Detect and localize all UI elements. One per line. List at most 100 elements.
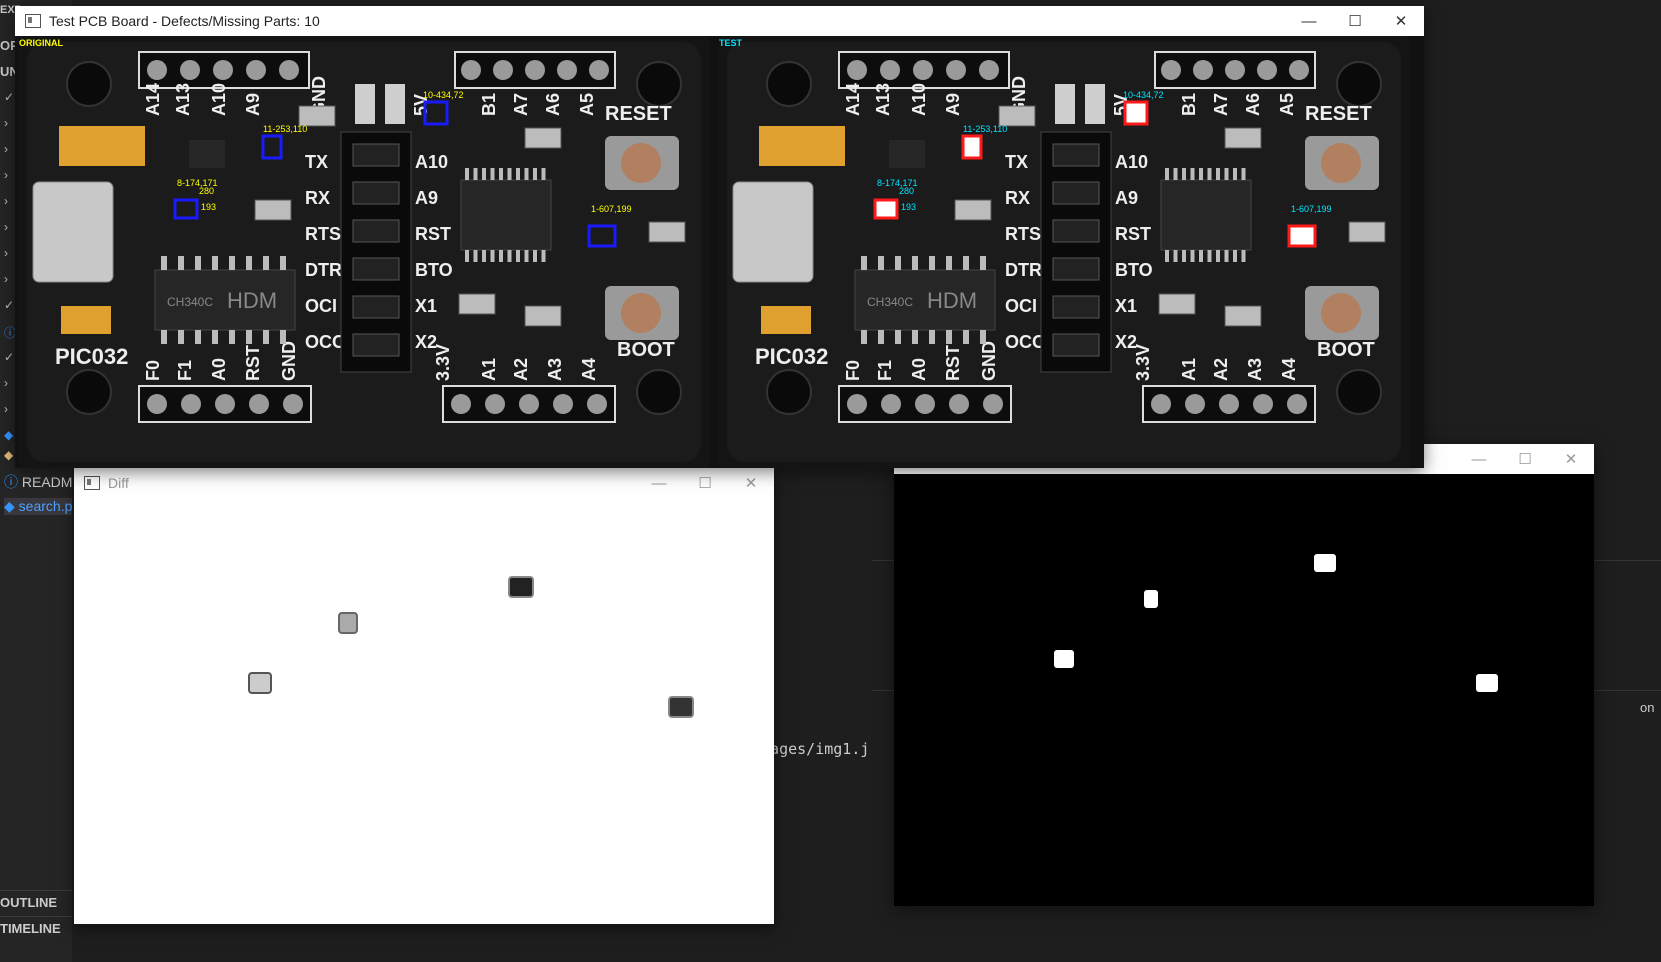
chip-pin: [178, 330, 184, 344]
silkscreen-label: F1: [175, 360, 195, 381]
defect-box: [1287, 224, 1317, 248]
chevron-right-icon[interactable]: ›: [4, 168, 8, 182]
chip-pin: [1165, 250, 1169, 262]
chip-pin: [246, 256, 252, 270]
mounting-hole: [66, 61, 112, 107]
chevron-right-icon[interactable]: ›: [4, 246, 8, 260]
chip-pin: [263, 256, 269, 270]
defect-label: 193: [901, 202, 916, 212]
header-pin: [1253, 394, 1273, 414]
mounting-hole: [636, 61, 682, 107]
chevron-icon[interactable]: ✓: [4, 298, 14, 312]
chip-pin: [861, 330, 867, 344]
defect-label: 11-253,110: [263, 124, 307, 134]
chevron-right-icon[interactable]: ›: [4, 220, 8, 234]
file-item-readme[interactable]: ⓘ READM: [4, 472, 72, 492]
header-pin: [1185, 394, 1205, 414]
mask-blob: [1144, 590, 1158, 608]
defect-box: [873, 198, 899, 220]
chevron-right-icon[interactable]: ›: [4, 142, 8, 156]
chevron-icon[interactable]: ✓: [4, 90, 14, 104]
silkscreen-label: RST: [415, 224, 451, 244]
smd-component: [998, 105, 1036, 127]
original-board-image: A14 A13 A10 A9 GND 5V B1 A7 A6 A5F0 F1 A0 RST GND 3.3V…: [19, 36, 709, 468]
minimize-button[interactable]: —: [1286, 6, 1332, 36]
silkscreen-label: X1: [415, 296, 437, 316]
silkscreen-label: X2: [415, 332, 437, 352]
silkscreen-label: A0: [909, 358, 929, 381]
chevron-right-icon[interactable]: ›: [4, 272, 8, 286]
chip-pin: [980, 330, 986, 344]
python-icon: ◆: [4, 448, 14, 462]
chip-pin: [946, 256, 952, 270]
file-item-search[interactable]: ◆ search.p: [4, 498, 72, 515]
close-button[interactable]: ✕: [728, 468, 774, 498]
silkscreen-label: DTR: [305, 260, 342, 280]
chip-pin: [161, 256, 167, 270]
window-app-icon: [84, 476, 100, 490]
header-pin: [983, 394, 1003, 414]
header-pin: [915, 394, 935, 414]
chip-pin: [490, 250, 495, 262]
usb-port: [32, 181, 114, 283]
button-cap: [621, 293, 661, 333]
silkscreen-label: A10: [415, 152, 448, 172]
chip-pin: [895, 256, 901, 270]
mask-blob: [1476, 674, 1498, 692]
silkscreen-label: RST: [243, 345, 263, 381]
pcb-comparison-window: Test PCB Board - Defects/Missing Parts: …: [15, 6, 1424, 468]
main-titlebar[interactable]: Test PCB Board - Defects/Missing Parts: …: [15, 6, 1424, 36]
chip-pin: [1207, 168, 1212, 180]
window-title: Diff: [108, 475, 129, 491]
outline-panel[interactable]: OUTLINE: [0, 890, 72, 917]
timeline-panel[interactable]: TIMELINE: [0, 916, 72, 943]
jumper-cap: [1052, 295, 1100, 319]
smd-component: [254, 199, 292, 221]
header-pin: [880, 60, 900, 80]
silkscreen-label: RX: [305, 188, 330, 208]
silkscreen-label: A9: [415, 188, 438, 208]
chip-pin: [1199, 250, 1203, 262]
chip-pin: [912, 256, 918, 270]
header-pin: [913, 60, 933, 80]
header-pin: [283, 394, 303, 414]
chip-pin: [533, 250, 537, 262]
chip-pin: [473, 250, 478, 262]
diff-titlebar[interactable]: Diff — ☐ ✕: [74, 468, 774, 498]
silkscreen-label: BOOT: [617, 339, 675, 361]
maximize-button[interactable]: ☐: [1502, 444, 1548, 474]
silkscreen-label: A5: [1277, 93, 1297, 116]
chevron-right-icon[interactable]: ›: [4, 116, 8, 130]
original-pane: ORIGINAL A14 A13 A10 A9 GND 5V B1 A7 A6 A5 F0 F1 A0 R…: [15, 36, 715, 468]
close-button[interactable]: ✕: [1378, 6, 1424, 36]
chip-marking: CH340C: [867, 295, 913, 309]
defect-label: 1-607,199: [591, 204, 632, 214]
jumper-cap: [1052, 181, 1100, 205]
chip-pin: [473, 168, 478, 180]
chip-pin: [533, 168, 537, 180]
silkscreen-label: X2: [1115, 332, 1137, 352]
mounting-hole: [636, 369, 682, 415]
header-pin: [249, 394, 269, 414]
defect-label: 11-253,110: [963, 124, 1007, 134]
maximize-button[interactable]: ☐: [1332, 6, 1378, 36]
minimize-button[interactable]: —: [636, 468, 682, 498]
diff-image: [74, 498, 774, 924]
button-cap: [1321, 293, 1361, 333]
chip-pin: [246, 330, 252, 344]
header-pin: [147, 394, 167, 414]
chip-pin: [499, 168, 503, 180]
chip-pin: [524, 168, 529, 180]
chevron-right-icon[interactable]: ›: [4, 194, 8, 208]
chevron-right-icon[interactable]: ›: [4, 376, 8, 390]
header-pin: [1287, 394, 1307, 414]
chevron-right-icon[interactable]: ›: [4, 402, 8, 416]
chip-pin: [516, 168, 520, 180]
smd-component: [1348, 221, 1386, 243]
mounting-hole: [766, 369, 812, 415]
close-button[interactable]: ✕: [1548, 444, 1594, 474]
chevron-icon[interactable]: ✓: [4, 350, 14, 364]
silkscreen-label: RESET: [1305, 103, 1372, 125]
minimize-button[interactable]: —: [1456, 444, 1502, 474]
maximize-button[interactable]: ☐: [682, 468, 728, 498]
